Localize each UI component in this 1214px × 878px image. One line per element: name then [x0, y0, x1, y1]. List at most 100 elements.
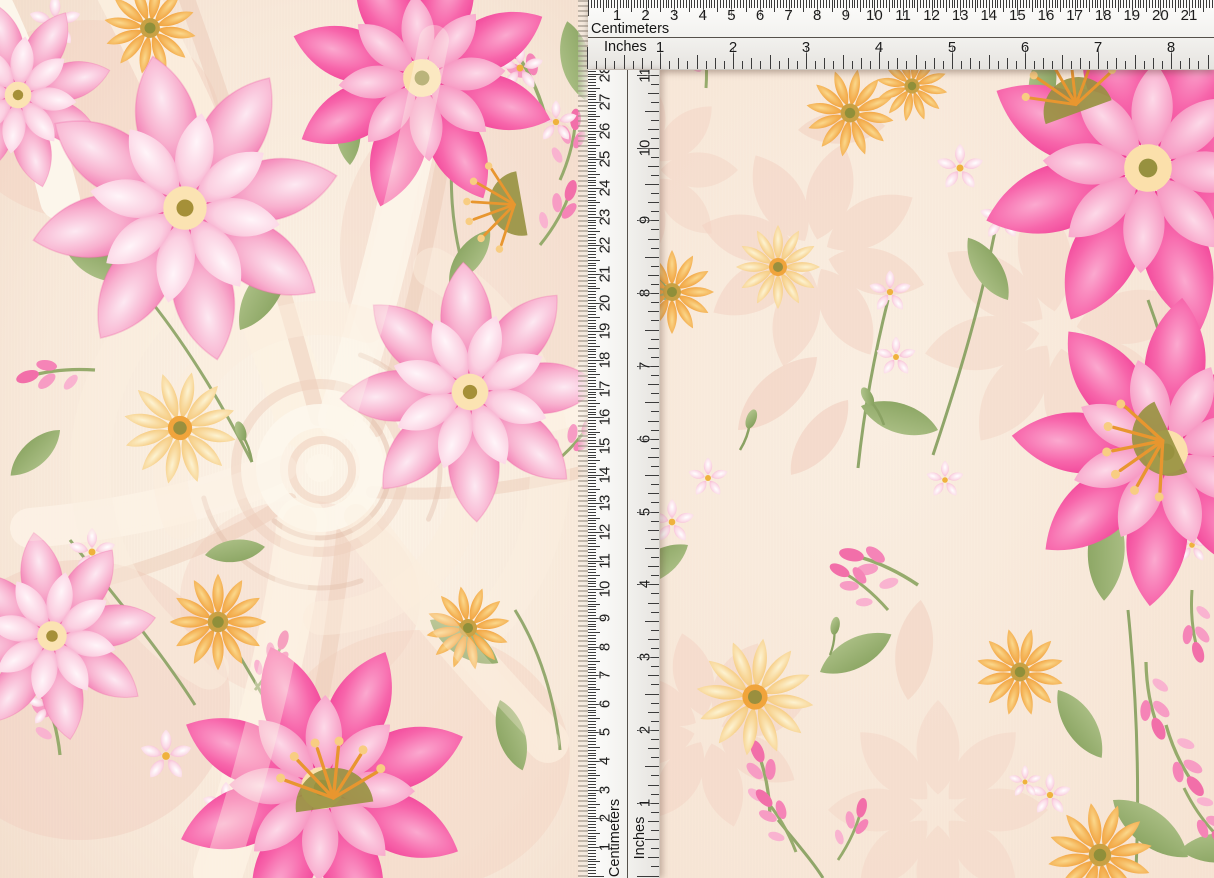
cm-tick: [1140, 0, 1141, 8]
cm-tick: [588, 575, 600, 576]
cm-tick: [588, 712, 596, 713]
cm-tick: [657, 0, 658, 8]
cm-tick: [588, 394, 596, 395]
inch-tick: [651, 812, 659, 813]
inch-tick: [645, 475, 659, 476]
cm-tick: [588, 500, 596, 501]
inch-number-11: 11: [638, 70, 653, 82]
inch-tick: [651, 120, 659, 121]
cm-tick: [588, 343, 596, 344]
cm-tick: [588, 669, 596, 670]
cm-tick: [588, 520, 596, 521]
cm-tick: [588, 234, 596, 235]
cm-tick: [972, 0, 973, 8]
cm-tick: [1063, 0, 1064, 8]
cm-tick: [588, 392, 596, 393]
fabric-selvage-edge: [578, 0, 588, 878]
cm-tick: [588, 741, 596, 742]
inch-tick: [724, 61, 725, 69]
inch-tick: [651, 393, 659, 394]
cm-tick: [588, 403, 600, 404]
cm-tick: [588, 807, 596, 808]
cm-tick: [588, 271, 596, 272]
cm-tick: [857, 0, 858, 8]
cm-tick: [588, 76, 596, 77]
inch-tick: [1180, 61, 1181, 69]
inch-tick: [651, 684, 659, 685]
inch-tick: [648, 675, 659, 676]
cm-tick: [588, 463, 596, 464]
vertical-ruler-cm-label: Centimeters: [608, 799, 622, 877]
cm-number-27: 27: [598, 94, 613, 111]
cm-tick: [829, 0, 830, 8]
inch-tick: [633, 61, 634, 69]
cm-tick: [588, 406, 596, 407]
inch-tick: [751, 58, 752, 69]
cm-tick: [588, 88, 600, 89]
cm-tick: [588, 661, 600, 662]
inch-tick: [651, 557, 659, 558]
cm-tick: [588, 220, 596, 221]
cm-number-20: 20: [598, 294, 613, 311]
cm-tick: [588, 91, 596, 92]
cm-tick: [588, 82, 596, 83]
cm-tick: [588, 397, 596, 398]
cm-tick: [740, 0, 741, 8]
cm-tick: [588, 409, 596, 410]
inch-number-7: 7: [1094, 40, 1102, 55]
cm-tick: [588, 116, 600, 117]
cm-tick: [588, 320, 596, 321]
cm-tick: [686, 0, 687, 8]
cm-tick: [588, 420, 596, 421]
inch-tick: [943, 61, 944, 69]
cm-tick: [588, 655, 596, 656]
cm-tick: [608, 0, 609, 8]
cm-tick: [588, 263, 596, 264]
cm-tick: [588, 498, 596, 499]
inch-tick: [648, 384, 659, 385]
inch-number-4: 4: [875, 40, 883, 55]
cm-number-24: 24: [598, 180, 613, 197]
cm-tick: [588, 71, 596, 72]
cm-number-1: 1: [613, 8, 621, 23]
cm-tick: [588, 306, 596, 307]
cm-tick: [588, 727, 596, 728]
cm-tick: [588, 707, 596, 708]
cm-tick: [720, 0, 721, 8]
cm-tick: [588, 208, 596, 209]
cm-tick: [588, 569, 596, 570]
cm-tick: [588, 200, 596, 201]
cm-number-19: 19: [598, 323, 613, 340]
cm-tick: [588, 546, 600, 547]
cm-number-13: 13: [952, 8, 969, 23]
cm-tick: [769, 0, 770, 8]
cm-tick: [588, 664, 596, 665]
cm-tick: [588, 96, 596, 97]
cm-tick: [651, 0, 652, 8]
cm-tick: [634, 0, 635, 8]
cm-tick: [588, 753, 596, 754]
cm-tick: [588, 672, 596, 673]
inch-tick: [925, 61, 926, 69]
cm-tick: [588, 125, 596, 126]
cm-tick: [588, 137, 596, 138]
inch-number-2: 2: [729, 40, 737, 55]
cm-tick: [588, 718, 600, 719]
cm-tick: [1035, 0, 1036, 8]
cm-tick: [588, 85, 596, 86]
cm-tick: [588, 423, 596, 424]
cm-tick: [588, 795, 596, 796]
inch-number-5: 5: [948, 40, 956, 55]
cm-tick: [588, 251, 596, 252]
inch-tick: [651, 211, 659, 212]
cm-tick: [588, 747, 600, 748]
cm-number-12: 12: [598, 524, 613, 541]
inch-tick: [651, 866, 659, 867]
inch-tick: [906, 61, 907, 69]
cm-tick: [588, 864, 596, 865]
cm-number-23: 23: [598, 208, 613, 225]
inch-tick: [651, 521, 659, 522]
inch-tick: [934, 58, 935, 69]
inch-tick: [648, 457, 659, 458]
cm-tick: [588, 139, 596, 140]
